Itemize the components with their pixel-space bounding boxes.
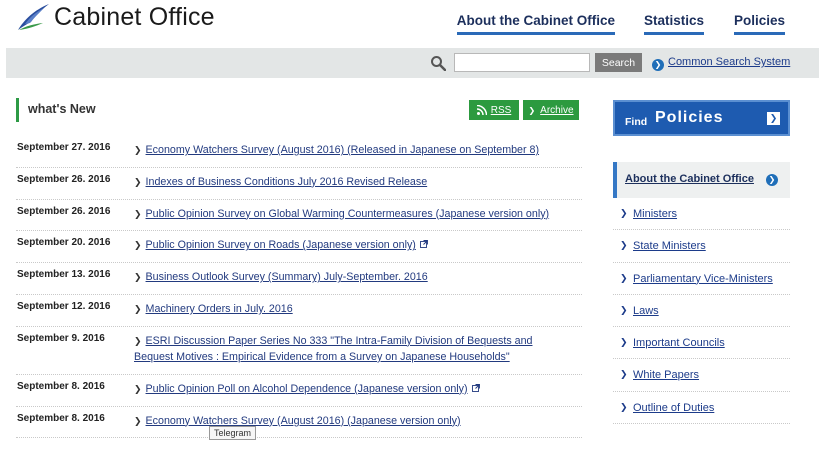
search-bar: Search ❯ Common Search System xyxy=(6,48,819,78)
about-cabinet-office-label: About the Cabinet Office xyxy=(625,173,754,185)
sidebar-item-label: White Papers xyxy=(633,369,700,382)
news-list: September 27. 2016 ❯ Economy Watchers Sur… xyxy=(16,136,582,439)
chevron-right-icon: ❯ xyxy=(767,112,780,125)
news-link[interactable]: ❯ Business Outlook Survey (Summary) July-… xyxy=(134,269,574,285)
site-title: Cabinet Office xyxy=(54,2,215,31)
archive-label: Archive xyxy=(540,104,574,116)
chevron-right-icon: ❯ xyxy=(134,335,142,346)
news-date: September 9. 2016 xyxy=(17,332,105,344)
list-item: September 8. 2016 ❯ Public Opinion Poll o… xyxy=(16,375,582,407)
chevron-right-icon: ❯ xyxy=(134,208,142,219)
sidebar-item-important-councils[interactable]: ❯ Important Councils xyxy=(613,327,790,360)
common-search-label: Common Search System xyxy=(668,56,791,68)
chevron-right-icon: ❯ xyxy=(620,240,628,251)
news-link[interactable]: ❯ Public Opinion Survey on Global Warming… xyxy=(134,206,574,222)
list-item: September 20. 2016 ❯ Public Opinion Surve… xyxy=(16,231,582,264)
wing-logo-icon xyxy=(18,4,49,30)
archive-button[interactable]: ❯ Archive xyxy=(523,100,579,120)
rss-button[interactable]: RSS xyxy=(469,100,519,120)
chevron-right-icon: ❯ xyxy=(652,59,664,71)
sidebar-item-state-ministers[interactable]: ❯ State Ministers xyxy=(613,230,790,263)
sidebar-item-label: State Ministers xyxy=(633,240,706,253)
chevron-right-icon: ❯ xyxy=(620,337,628,348)
rss-icon xyxy=(476,105,487,115)
sidebar-item-label: Parliamentary Vice-Ministers xyxy=(633,272,773,285)
chevron-right-icon: ❯ xyxy=(134,240,142,251)
news-link[interactable]: ❯ Public Opinion Poll on Alcohol Dependen… xyxy=(134,381,574,397)
news-link[interactable]: ❯ Economy Watchers Survey (August 2016) (… xyxy=(134,413,574,429)
news-date: September 12. 2016 xyxy=(17,300,111,312)
list-item: September 26. 2016 ❯ Indexes of Business … xyxy=(16,168,582,200)
news-link[interactable]: ❯ ESRI Discussion Paper Series No 333 "Th… xyxy=(134,333,574,365)
list-item: September 13. 2016 ❯ Business Outlook Sur… xyxy=(16,263,582,295)
sidebar-item-label: Outline of Duties xyxy=(633,401,715,414)
chevron-right-icon: ❯ xyxy=(766,174,778,186)
tooltip: Telegram xyxy=(209,426,257,440)
news-date: September 8. 2016 xyxy=(17,412,105,424)
news-date: September 13. 2016 xyxy=(17,269,111,281)
news-link[interactable]: ❯ Public Opinion Survey on Roads (Japanes… xyxy=(134,237,574,253)
search-button[interactable]: Search xyxy=(595,53,642,72)
chevron-right-icon: ❯ xyxy=(134,303,142,314)
chevron-right-icon: ❯ xyxy=(620,272,628,283)
news-date: September 8. 2016 xyxy=(17,380,105,392)
sidebar-item-white-papers[interactable]: ❯ White Papers xyxy=(613,359,790,392)
news-date: September 27. 2016 xyxy=(17,142,111,153)
list-item: September 26. 2016 ❯ Public Opinion Surve… xyxy=(16,200,582,232)
site-logo[interactable]: Cabinet Office xyxy=(16,2,215,32)
list-item: September 12. 2016 ❯ Machinery Orders in … xyxy=(16,295,582,327)
nav-statistics[interactable]: Statistics xyxy=(643,13,704,35)
common-search-link[interactable]: ❯ Common Search System xyxy=(652,56,790,71)
news-link[interactable]: ❯ Economy Watchers Survey (August 2016) (… xyxy=(134,142,574,158)
rss-label: RSS xyxy=(490,104,512,116)
chevron-right-icon: ❯ xyxy=(134,383,142,394)
list-item: September 8. 2016 ❯ Economy Watchers Surv… xyxy=(16,407,582,439)
sidebar-item-label: Laws xyxy=(633,304,659,317)
whats-new-title: what's New xyxy=(28,102,96,116)
sidebar-item-ministers[interactable]: ❯ Ministers xyxy=(613,198,790,231)
chevron-right-icon: ❯ xyxy=(134,176,142,187)
search-input[interactable] xyxy=(454,53,590,72)
chevron-right-icon: ❯ xyxy=(620,401,628,412)
external-link-icon xyxy=(419,240,428,249)
sidebar-item-outline-of-duties[interactable]: ❯ Outline of Duties xyxy=(613,392,790,425)
news-link[interactable]: ❯ Machinery Orders in July. 2016 xyxy=(134,301,574,317)
chevron-right-icon: ❯ xyxy=(134,145,142,155)
policies-label: Policies xyxy=(655,109,724,126)
whats-new-section: what's New RSS ❯ Archive September 27. 2… xyxy=(16,98,582,439)
chevron-right-icon: ❯ xyxy=(528,105,536,115)
chevron-right-icon: ❯ xyxy=(620,304,628,315)
nav-about-cabinet-office[interactable]: About the Cabinet Office xyxy=(456,13,615,35)
sidebar-item-label: Ministers xyxy=(633,208,678,220)
about-cabinet-office-link[interactable]: About the Cabinet Office ❯ xyxy=(613,162,790,198)
external-link-icon xyxy=(471,383,480,392)
list-item: September 9. 2016 ❯ ESRI Discussion Paper… xyxy=(16,327,582,375)
find-label: Find xyxy=(625,116,648,128)
site-header: Cabinet Office About the Cabinet Office … xyxy=(0,0,825,46)
nav-policies[interactable]: Policies xyxy=(733,13,785,35)
search-icon xyxy=(431,56,446,71)
news-link[interactable]: ❯ Indexes of Business Conditions July 201… xyxy=(134,174,574,190)
find-policies-banner[interactable]: Find Policies ❯ xyxy=(613,100,790,136)
sidebar-item-label: Important Councils xyxy=(633,337,725,350)
news-date: September 26. 2016 xyxy=(17,205,111,217)
whats-new-header: what's New RSS ❯ Archive xyxy=(16,98,582,122)
chevron-right-icon: ❯ xyxy=(134,415,142,426)
chevron-right-icon: ❯ xyxy=(620,369,628,380)
sidebar-list: ❯ Ministers ❯ State Ministers ❯ Parliame… xyxy=(613,198,790,425)
news-date: September 20. 2016 xyxy=(17,237,111,249)
sidebar-item-parliamentary-vice-ministers[interactable]: ❯ Parliamentary Vice-Ministers xyxy=(613,263,790,295)
sidebar-item-laws[interactable]: ❯ Laws xyxy=(613,295,790,328)
list-item: September 27. 2016 ❯ Economy Watchers Sur… xyxy=(16,136,582,168)
chevron-right-icon: ❯ xyxy=(134,272,142,283)
news-date: September 26. 2016 xyxy=(17,173,111,185)
chevron-right-icon: ❯ xyxy=(620,208,628,218)
